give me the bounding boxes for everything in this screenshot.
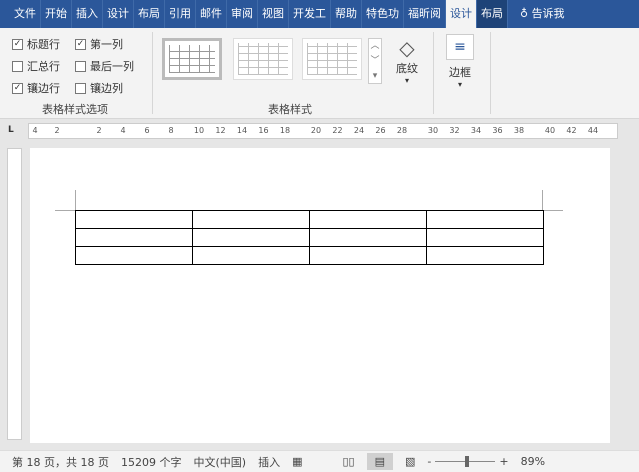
- ribbon-tabs: 文件 开始 插入 设计 布局 引用 邮件 审阅 视图 开发工 帮助 特色功 福昕阅 设计 布局 ♁ 告诉我: [0, 0, 639, 28]
- tab-0[interactable]: 文件: [0, 0, 41, 28]
- ruler-tick-label: 4: [32, 126, 38, 135]
- page-count[interactable]: 第 18 页，共 18 页: [12, 454, 109, 470]
- shading-button[interactable]: ◇ 底纹 ▾: [392, 36, 422, 85]
- ruler-tick-label: 16: [258, 126, 269, 135]
- ruler-tick-label: 42: [566, 126, 577, 135]
- table-styles-label: 表格样式: [268, 103, 312, 116]
- document-page[interactable]: [30, 148, 610, 443]
- ruler-tick-label: 12: [215, 126, 226, 135]
- ruler-tick-label: 6: [144, 126, 150, 135]
- ruler-tick-label: 36: [492, 126, 503, 135]
- tab-8[interactable]: 视图: [258, 0, 289, 28]
- zoom-in-button[interactable]: +: [499, 455, 508, 468]
- checkbox[interactable]: ✓: [12, 82, 23, 94]
- tab-13[interactable]: 设计: [446, 0, 477, 28]
- ruler-tick-label: 22: [332, 126, 343, 135]
- ruler-tick-label: 24: [353, 126, 365, 135]
- ruler-tick-label: 18: [279, 126, 291, 135]
- tab-1[interactable]: 开始: [41, 0, 72, 28]
- checkbox[interactable]: [75, 60, 86, 72]
- ruler-tick-label: 10: [193, 126, 205, 135]
- web-layout-icon[interactable]: ▧: [405, 455, 415, 468]
- ruler-tick-label: 40: [544, 126, 556, 135]
- ruler-tick-label: 4: [120, 126, 126, 135]
- language[interactable]: 中文(中国): [193, 454, 246, 470]
- lightbulb-icon: ♁: [520, 7, 529, 20]
- ruler-tick-label: 14: [236, 126, 248, 135]
- total-row-checkbox[interactable]: 汇总行: [12, 58, 60, 74]
- banded-rows-checkbox[interactable]: ✓ 镶边行: [12, 80, 60, 96]
- first-column-checkbox[interactable]: ✓ 第一列: [75, 36, 123, 52]
- tab-stop-selector[interactable]: L: [8, 125, 14, 135]
- word-count[interactable]: 15209 个字: [121, 454, 182, 470]
- banded-columns-checkbox[interactable]: 镶边列: [75, 80, 123, 96]
- paint-bucket-icon: ◇: [399, 36, 415, 60]
- tab-4[interactable]: 布局: [134, 0, 165, 28]
- divider: [433, 32, 434, 114]
- table-style-options-label: 表格样式选项: [42, 103, 108, 116]
- checkbox[interactable]: [75, 82, 86, 94]
- tab-5[interactable]: 引用: [165, 0, 196, 28]
- ribbon: ✓ 标题行 ✓ 第一列 汇总行 最后一列 ✓ 镶边行 镶边列 表格样式选项 ︿ ﹀ ▾ ◇…: [0, 28, 639, 119]
- ruler-tick-label: 20: [310, 126, 322, 135]
- tab-7[interactable]: 审阅: [227, 0, 258, 28]
- document-table[interactable]: [75, 210, 544, 265]
- horizontal-ruler[interactable]: 4 2 2 4 6 8 10 12 14 16 18 20 22 24 26 28 30 32 34 36 38 40 42…: [28, 123, 618, 139]
- ruler-tick-label: 28: [396, 126, 408, 135]
- borders-icon: ≡: [446, 34, 474, 60]
- divider: [490, 32, 491, 114]
- ruler-tick-label: 26: [375, 126, 386, 135]
- tab-6[interactable]: 邮件: [196, 0, 227, 28]
- print-layout-icon[interactable]: ▤: [366, 453, 393, 470]
- ruler-tick-label: 38: [513, 126, 525, 135]
- tab-2[interactable]: 插入: [72, 0, 103, 28]
- ruler-tick-label: 44: [587, 126, 599, 135]
- checkbox[interactable]: ✓: [12, 38, 23, 50]
- tab-9[interactable]: 开发工: [289, 0, 331, 28]
- gallery-scroll[interactable]: ︿ ﹀ ▾: [368, 38, 382, 84]
- ruler-tick-label: 8: [168, 126, 174, 135]
- checkbox[interactable]: [12, 60, 23, 72]
- table-style-light[interactable]: [302, 38, 362, 80]
- tab-12[interactable]: 福昕阅: [404, 0, 446, 28]
- borders-button[interactable]: ≡ 边框 ▾: [444, 34, 476, 89]
- macro-icon[interactable]: ▦: [292, 455, 302, 468]
- tell-me-search[interactable]: ♁ 告诉我: [516, 0, 569, 28]
- table-style-grid[interactable]: [162, 38, 222, 80]
- checkbox[interactable]: ✓: [75, 38, 86, 50]
- ruler-tick-label: 2: [96, 126, 102, 135]
- vertical-ruler[interactable]: [7, 148, 22, 440]
- zoom-slider[interactable]: [435, 456, 496, 467]
- ruler-tick-label: 34: [470, 126, 482, 135]
- last-column-checkbox[interactable]: 最后一列: [75, 58, 134, 74]
- tab-10[interactable]: 帮助: [331, 0, 362, 28]
- ruler-tick-label: 30: [427, 126, 439, 135]
- status-bar: 第 18 页，共 18 页 15209 个字 中文(中国) 插入 ▦ ▯▯ ▤ …: [0, 450, 639, 472]
- read-mode-icon[interactable]: ▯▯: [342, 455, 354, 468]
- ruler-tick-label: 32: [449, 126, 460, 135]
- ruler-tick-label: 2: [54, 126, 60, 135]
- tab-11[interactable]: 特色功: [362, 0, 404, 28]
- insert-mode[interactable]: 插入: [258, 454, 280, 470]
- table-style-plain[interactable]: [233, 38, 293, 80]
- zoom-level[interactable]: 89%: [521, 455, 545, 468]
- tab-14[interactable]: 布局: [477, 0, 508, 28]
- zoom-out-button[interactable]: -: [427, 455, 431, 468]
- divider: [152, 32, 153, 114]
- header-row-checkbox[interactable]: ✓ 标题行: [12, 36, 60, 52]
- tab-3[interactable]: 设计: [103, 0, 134, 28]
